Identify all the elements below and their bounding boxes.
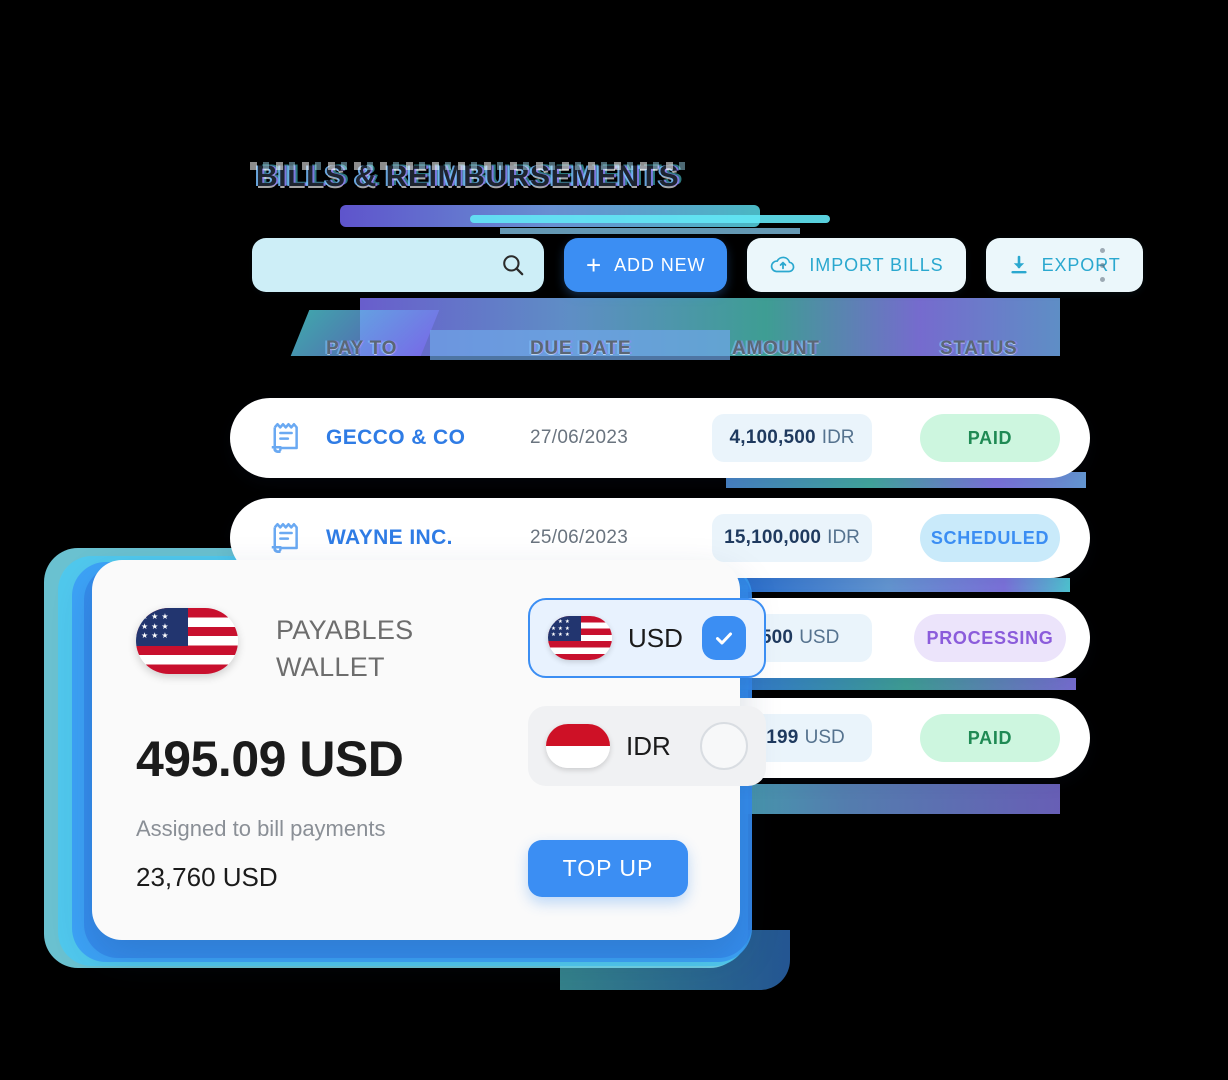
us-flag-icon: ★★★ ★★★ ★★★ [136, 608, 238, 674]
currency-label-idr: IDR [626, 730, 671, 761]
cloud-upload-icon [771, 256, 795, 273]
currency-label-usd: USD [628, 622, 683, 653]
currency-radio-usd[interactable] [702, 616, 746, 660]
column-header-status: STATUS [940, 338, 1018, 359]
plus-icon: + [586, 250, 603, 280]
cell-amount: 15,100,000 IDR [712, 514, 872, 562]
receipt-icon [271, 423, 298, 453]
search-icon [503, 255, 524, 276]
currency-radio-idr[interactable] [700, 722, 748, 770]
cell-amount: 4,100,500 IDR [712, 414, 872, 462]
export-label: EXPORT [1041, 254, 1121, 275]
check-icon [716, 632, 732, 645]
column-header-due-date: DUE DATE [530, 338, 632, 359]
amount-currency: IDR [827, 527, 860, 548]
status-badge: PAID [920, 414, 1060, 462]
cell-pay-to: WAYNE INC. [326, 526, 453, 549]
currency-option-usd[interactable]: ★★★ ★★★ ★★★ USD [528, 598, 766, 678]
export-button[interactable]: EXPORT [985, 238, 1143, 292]
add-new-label: ADD NEW [614, 254, 706, 275]
amount-currency: USD [799, 627, 840, 648]
top-up-button[interactable]: TOP UP [528, 840, 688, 897]
search-input[interactable] [268, 250, 502, 282]
status-badge: PAID [920, 714, 1060, 762]
table-header: PAY TO DUE DATE AMOUNT STATUS [230, 338, 1090, 372]
amount-value: 15,100,000 [724, 527, 822, 548]
table-row[interactable]: GECCO & CO 27/06/2023 4,100,500 IDR PAID [230, 398, 1090, 478]
page-title: BILLS & REIMBURSEMENTS [249, 160, 686, 193]
receipt-icon [271, 523, 298, 553]
id-flag-icon [546, 724, 610, 768]
amount-currency: IDR [821, 427, 855, 448]
more-vertical-icon[interactable] [1098, 248, 1106, 282]
currency-option-idr[interactable]: IDR [528, 706, 766, 786]
status-badge: SCHEDULED [920, 514, 1060, 562]
add-new-button[interactable]: + ADD NEW [564, 238, 728, 292]
status-badge: PROCESSING [914, 614, 1066, 662]
cell-pay-to: GECCO & CO [326, 426, 466, 449]
column-header-pay-to: PAY TO [326, 338, 398, 359]
amount-value: 4,100,500 [729, 427, 816, 448]
wallet-balance: 495.09 USD [136, 731, 404, 787]
assigned-value: 23,760 USD [136, 862, 278, 892]
column-header-amount: AMOUNT [732, 338, 820, 359]
download-icon [1010, 255, 1027, 274]
cell-due-date: 25/06/2023 [530, 527, 629, 548]
import-bills-label: IMPORT BILLS [809, 254, 944, 275]
amount-currency: USD [804, 727, 845, 748]
cell-due-date: 27/06/2023 [530, 427, 629, 448]
wallet-name: PAYABLES WALLET [276, 615, 414, 683]
us-flag-icon: ★★★ ★★★ ★★★ [548, 616, 612, 660]
import-bills-button[interactable]: IMPORT BILLS [747, 238, 966, 292]
assigned-label: Assigned to bill payments [136, 816, 386, 841]
app-stage: BILLS & REIMBURSEMENTS + ADD NEW IMPORT … [0, 0, 1228, 1080]
